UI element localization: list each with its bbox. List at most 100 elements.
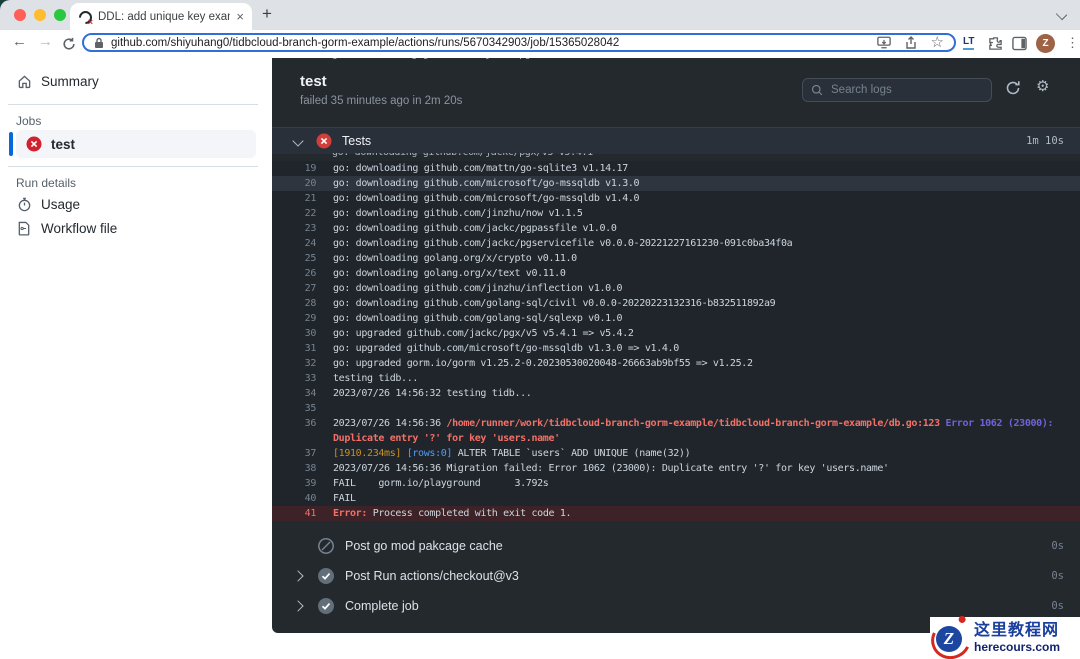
log-line-number[interactable]: 39 xyxy=(272,476,317,491)
address-bar[interactable]: github.com/shiyuhang0/tidbcloud-branch-g… xyxy=(82,33,956,52)
log-line-number[interactable]: 23 xyxy=(272,221,317,236)
side-panel-icon[interactable] xyxy=(1012,36,1027,51)
log-line-number[interactable]: 27 xyxy=(272,281,317,296)
chevron-right-icon[interactable] xyxy=(292,600,318,612)
log-line[interactable]: 40 FAIL xyxy=(272,491,1080,506)
selected-indicator xyxy=(9,132,13,156)
log-line-number[interactable]: 31 xyxy=(272,341,317,356)
log-line[interactable]: 34 2023/07/26 14:56:32 testing tidb... xyxy=(272,386,1080,401)
divider xyxy=(8,166,258,167)
new-tab-button[interactable]: + xyxy=(262,4,272,24)
log-line[interactable]: 21 go: downloading github.com/microsoft/g… xyxy=(272,191,1080,206)
check-circle-icon xyxy=(318,598,334,614)
search-logs-box[interactable] xyxy=(802,78,992,102)
log-line[interactable]: 30 go: upgraded github.com/jackc/pgx/v5 v… xyxy=(272,326,1080,341)
minimize-window-button[interactable] xyxy=(34,9,46,21)
browser-tab[interactable]: × DDL: add unique key example × xyxy=(70,3,252,30)
log-line-text: go: downloading github.com/jinzhu/inflec… xyxy=(333,283,623,294)
log-line[interactable]: 19 go: downloading github.com/mattn/go-sq… xyxy=(272,161,1080,176)
log-line-number[interactable]: 30 xyxy=(272,326,317,341)
divider xyxy=(8,104,258,105)
log-line-number[interactable]: 41 xyxy=(272,506,317,521)
log-line-text: go: downloading golang.org/x/text v0.11.… xyxy=(333,268,566,279)
share-icon[interactable] xyxy=(905,35,917,50)
chevron-down-icon[interactable] xyxy=(292,135,304,147)
log-line-number[interactable]: 26 xyxy=(272,266,317,281)
log-line[interactable]: 36 2023/07/26 14:56:36 /home/runner/work/… xyxy=(272,416,1080,446)
log-line[interactable]: 33 testing tidb... xyxy=(272,371,1080,386)
log-line[interactable]: 27 go: downloading github.com/jinzhu/infl… xyxy=(272,281,1080,296)
post-steps: Post go mod pakcage cache 0s Post Run acti… xyxy=(272,531,1080,621)
log-line-number[interactable]: 21 xyxy=(272,191,317,206)
log-line[interactable]: 26 go: downloading golang.org/x/text v0.1… xyxy=(272,266,1080,281)
lock-icon[interactable] xyxy=(94,37,104,49)
zoom-window-button[interactable] xyxy=(54,9,66,21)
log-line-number[interactable]: 29 xyxy=(272,311,317,326)
job-status-subtitle: failed 35 minutes ago in 2m 20s xyxy=(300,95,463,107)
post-step-row[interactable]: Post Run actions/checkout@v3 0s xyxy=(272,561,1080,591)
log-line-text: go: downloading github.com/microsoft/go-… xyxy=(333,193,640,204)
log-line[interactable]: 31 go: upgraded github.com/microsoft/go-m… xyxy=(272,341,1080,356)
close-window-button[interactable] xyxy=(14,9,26,21)
log-line-number[interactable]: 37 xyxy=(272,446,317,461)
log-group-label: Tests xyxy=(342,134,372,148)
browser-window: × DDL: add unique key example × + ← → gi… xyxy=(0,0,1080,659)
watermark-badge: Z 这里教程网 herecours.com xyxy=(925,615,1080,659)
log-line[interactable]: 37 [1910.234ms] [rows:0] ALTER TABLE `use… xyxy=(272,446,1080,461)
sidebar-item-usage[interactable]: Usage xyxy=(16,197,80,212)
install-icon[interactable] xyxy=(876,36,891,49)
profile-avatar[interactable]: Z xyxy=(1036,34,1055,53)
post-step-label: Post go mod pakcage cache xyxy=(345,539,503,553)
forward-button[interactable]: → xyxy=(38,33,53,50)
log-line[interactable]: 41 Error: Process completed with exit cod… xyxy=(272,506,1080,521)
log-line-number[interactable]: 32 xyxy=(272,356,317,371)
log-line[interactable]: 20 go: downloading github.com/microsoft/g… xyxy=(272,176,1080,191)
browser-menu-icon[interactable]: ⋮ xyxy=(1066,35,1079,51)
log-line-number[interactable]: 36 xyxy=(272,416,317,446)
log-line-number[interactable]: 22 xyxy=(272,206,317,221)
log-line-text xyxy=(333,401,1080,416)
log-line[interactable]: 25 go: downloading golang.org/x/crypto v0… xyxy=(272,251,1080,266)
sidebar-item-job-test[interactable]: test xyxy=(16,130,256,158)
log-line-number[interactable]: 34 xyxy=(272,386,317,401)
browser-toolbar: ← → github.com/shiyuhang0/tidbcloud-bran… xyxy=(0,30,1080,58)
refresh-logs-icon[interactable] xyxy=(1005,80,1021,96)
log-line-text: go: downloading github.com/golang-sql/sq… xyxy=(333,313,623,324)
log-line-number[interactable]: 33 xyxy=(272,371,317,386)
log-settings-gear-icon[interactable]: ⚙ xyxy=(1036,77,1049,95)
chevron-right-icon[interactable] xyxy=(292,570,318,582)
log-line-number[interactable]: 28 xyxy=(272,296,317,311)
languagetool-extension-icon[interactable]: LT xyxy=(963,36,975,50)
log-line[interactable]: 39 FAIL gorm.io/playground 3.792s xyxy=(272,476,1080,491)
tab-close-icon[interactable]: × xyxy=(236,9,244,24)
search-logs-input[interactable] xyxy=(829,83,963,97)
bookmark-star-icon[interactable]: ☆ xyxy=(931,35,944,50)
log-line[interactable]: 23 go: downloading github.com/jackc/pgpas… xyxy=(272,221,1080,236)
log-line-number[interactable]: 20 xyxy=(272,176,317,191)
log-line[interactable]: 22 go: downloading github.com/jinzhu/now … xyxy=(272,206,1080,221)
log-line[interactable]: 35 xyxy=(272,401,1080,416)
log-line[interactable]: 24 go: downloading github.com/jackc/pgser… xyxy=(272,236,1080,251)
log-group-tests[interactable]: Tests 1m 10s xyxy=(272,127,1080,154)
log-line-text: go: downloading github.com/jackc/pgservi… xyxy=(333,238,793,249)
log-line-number[interactable]: 40 xyxy=(272,491,317,506)
reload-button[interactable] xyxy=(62,37,76,51)
log-line[interactable]: 38 2023/07/26 14:56:36 Migration failed: … xyxy=(272,461,1080,476)
log-line[interactable]: 28 go: downloading github.com/golang-sql/… xyxy=(272,296,1080,311)
log-line-number[interactable]: 25 xyxy=(272,251,317,266)
log-line-number[interactable]: 19 xyxy=(272,161,317,176)
log-line[interactable]: 32 go: upgraded gorm.io/gorm v1.25.2-0.20… xyxy=(272,356,1080,371)
back-button[interactable]: ← xyxy=(12,33,27,50)
sidebar-item-workflow-file[interactable]: Workflow file xyxy=(16,221,117,236)
log-line-number[interactable]: 38 xyxy=(272,461,317,476)
log-line-text: go: upgraded gorm.io/gorm v1.25.2-0.2023… xyxy=(333,358,753,369)
extensions-puzzle-icon[interactable] xyxy=(988,36,1003,51)
log-line[interactable]: 29 go: downloading github.com/golang-sql/… xyxy=(272,311,1080,326)
chevron-down-icon[interactable] xyxy=(1055,8,1068,21)
log-line-number[interactable]: 35 xyxy=(272,401,317,416)
sidebar-item-summary[interactable]: Summary xyxy=(16,74,99,89)
log-line-number[interactable]: 24 xyxy=(272,236,317,251)
log-line-text: 2023/07/26 14:56:32 testing tidb... xyxy=(333,388,532,399)
log-group-duration: 1m 10s xyxy=(1026,135,1064,147)
post-step-row[interactable]: Post go mod pakcage cache 0s xyxy=(272,531,1080,561)
